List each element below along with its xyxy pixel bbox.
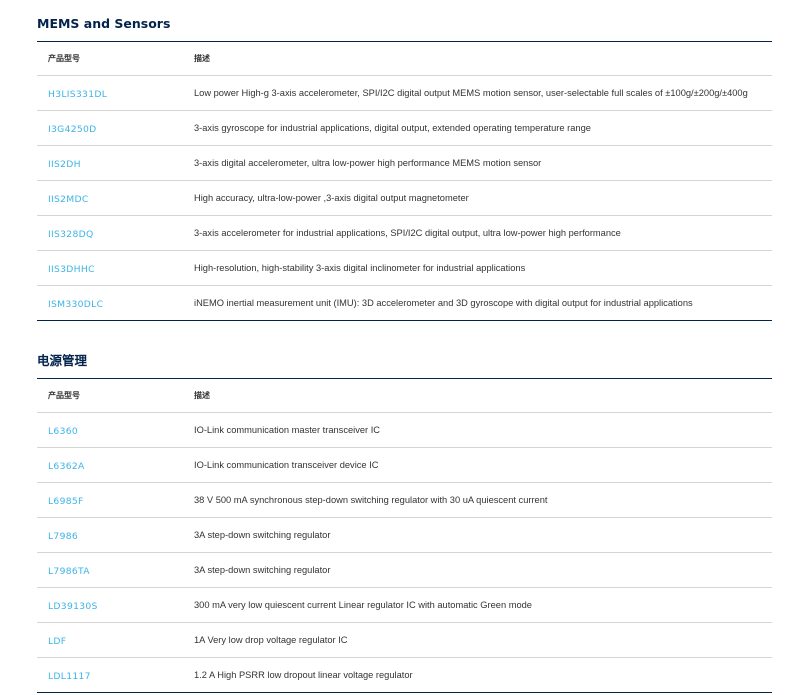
description-cell: 3-axis gyroscope for industrial applicat… [194,123,591,133]
part-number-link[interactable]: ISM330DLC [48,299,103,310]
description-cell: 1A Very low drop voltage regulator IC [194,635,348,645]
part-number-cell: IIS2DH [37,154,194,172]
column-header-part: 产品型号 [48,54,80,63]
table-row: L6985F 38 V 500 mA synchronous step-down … [37,483,772,518]
description-cell: 38 V 500 mA synchronous step-down switch… [194,495,548,505]
part-number-cell: L7986TA [37,561,194,579]
description-cell: Low power High-g 3-axis accelerometer, S… [194,88,748,98]
part-number-cell: LD39130S [37,596,194,614]
description-cell: 300 mA very low quiescent current Linear… [194,600,532,610]
part-number-link[interactable]: LD39130S [48,601,98,612]
part-number-cell: IIS3DHHC [37,259,194,277]
table-row: IIS3DHHC High-resolution, high-stability … [37,251,772,286]
product-table: 产品型号 描述 H3LIS331DL Low power High-g 3-axi… [37,41,772,321]
table-row: LDF 1A Very low drop voltage regulator IC [37,623,772,658]
part-number-cell: L6360 [37,421,194,439]
part-number-cell: LDL1117 [37,666,194,684]
section-mems-sensors: MEMS and Sensors 产品型号 描述 H3LIS331DL Low p… [37,14,772,321]
table-row: LDL1117 1.2 A High PSRR low dropout linea… [37,658,772,693]
table-row: IIS328DQ 3-axis accelerometer for industr… [37,216,772,251]
part-number-link[interactable]: L6360 [48,426,78,437]
part-number-link[interactable]: IIS3DHHC [48,264,95,275]
table-row: L6360 IO-Link communication master transc… [37,413,772,448]
section-title: 电源管理 [37,353,88,368]
description-cell: High accuracy, ultra-low-power ,3-axis d… [194,193,469,203]
part-number-cell: L7986 [37,526,194,544]
part-number-link[interactable]: IIS2DH [48,159,81,170]
description-cell: 3A step-down switching regulator [194,565,331,575]
description-cell: High-resolution, high-stability 3-axis d… [194,263,526,273]
table-row: L6362A IO-Link communication transceiver … [37,448,772,483]
part-number-cell: ISM330DLC [37,294,194,312]
part-number-cell: L6362A [37,456,194,474]
part-number-cell: LDF [37,631,194,649]
description-cell: iNEMO inertial measurement unit (IMU): 3… [194,298,693,308]
part-number-link[interactable]: LDL1117 [48,671,91,682]
table-header: 产品型号 描述 [37,378,772,413]
table-row: IIS2DH 3-axis digital accelerometer, ultr… [37,146,772,181]
description-cell: 3A step-down switching regulator [194,530,331,540]
description-cell: IO-Link communication master transceiver… [194,425,380,435]
part-number-link[interactable]: L7986 [48,531,78,542]
section-power-management: 电源管理 产品型号 描述 L6360 IO-Link communication … [37,351,772,693]
part-number-cell: IIS2MDC [37,189,194,207]
part-number-cell: I3G4250D [37,119,194,137]
part-number-link[interactable]: L6362A [48,461,85,472]
table-row: L7986 3A step-down switching regulator [37,518,772,553]
description-cell: 3-axis accelerometer for industrial appl… [194,228,621,238]
part-number-cell: L6985F [37,491,194,509]
description-cell: IO-Link communication transceiver device… [194,460,379,470]
part-number-link[interactable]: I3G4250D [48,124,97,135]
description-cell: 3-axis digital accelerometer, ultra low-… [194,158,542,168]
table-header: 产品型号 描述 [37,41,772,76]
section-title: MEMS and Sensors [37,16,171,31]
column-header-part: 产品型号 [48,391,80,400]
table-row: LD39130S 300 mA very low quiescent curren… [37,588,772,623]
table-row: ISM330DLC iNEMO inertial measurement unit… [37,286,772,321]
product-table: 产品型号 描述 L6360 IO-Link communication maste… [37,378,772,693]
part-number-cell: H3LIS331DL [37,84,194,102]
table-row: H3LIS331DL Low power High-g 3-axis accele… [37,76,772,111]
part-number-link[interactable]: IIS2MDC [48,194,89,205]
column-header-desc: 描述 [194,391,210,400]
table-row: IIS2MDC High accuracy, ultra-low-power ,3… [37,181,772,216]
part-number-link[interactable]: LDF [48,636,66,647]
part-number-link[interactable]: L6985F [48,496,84,507]
part-number-link[interactable]: L7986TA [48,566,90,577]
part-number-link[interactable]: H3LIS331DL [48,89,107,100]
description-cell: 1.2 A High PSRR low dropout linear volta… [194,670,413,680]
part-number-cell: IIS328DQ [37,224,194,242]
table-row: L7986TA 3A step-down switching regulator [37,553,772,588]
table-row: I3G4250D 3-axis gyroscope for industrial … [37,111,772,146]
column-header-desc: 描述 [194,54,210,63]
part-number-link[interactable]: IIS328DQ [48,229,94,240]
